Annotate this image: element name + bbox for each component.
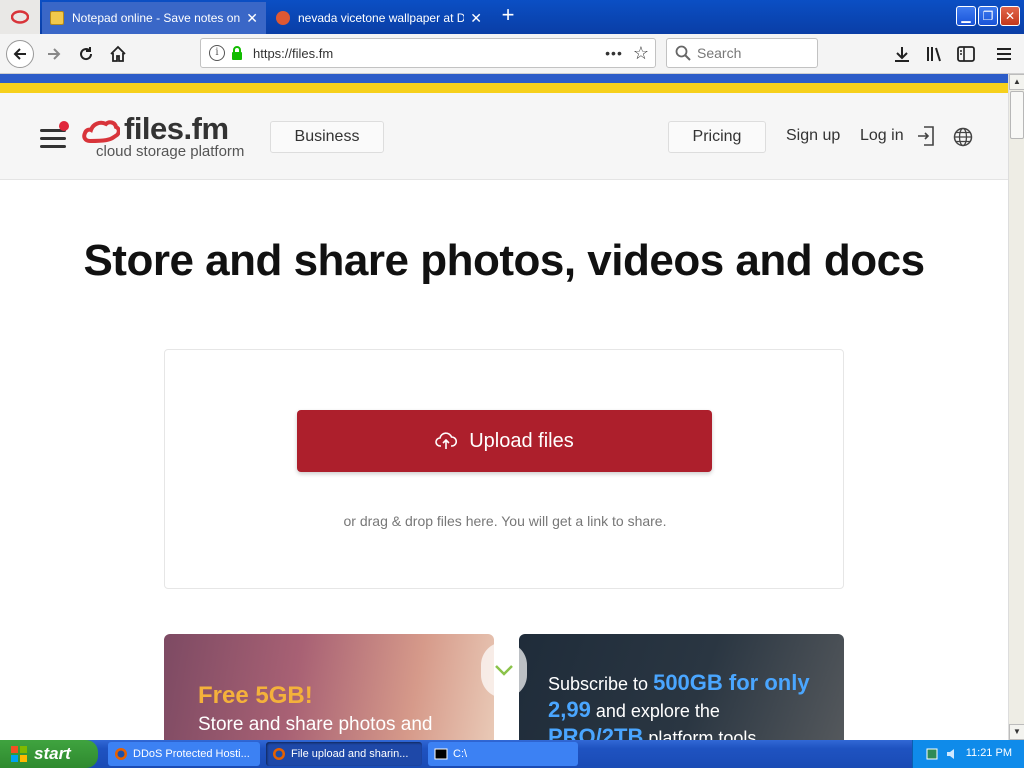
restore-button[interactable]: ❐ [978,6,998,26]
globe-icon[interactable] [953,127,973,147]
hamburger-menu-icon [997,48,1011,60]
close-icon[interactable]: ✕ [246,10,258,27]
forward-button[interactable] [40,40,68,68]
reload-button[interactable] [72,40,100,68]
scroll-up-button[interactable]: ▲ [1009,74,1024,90]
promo-card-subscribe[interactable]: Subscribe to 500GB for only 2,99 and exp… [519,634,844,740]
close-icon[interactable]: ✕ [470,10,482,27]
browser-icon [115,748,127,760]
close-window-button[interactable]: ✕ [1000,6,1020,26]
minimize-button[interactable]: ▁ [956,6,976,26]
system-tray: 11:21 PM [912,740,1024,768]
taskbar-item-label: C:\ [453,748,468,760]
windows-logo-icon [11,746,27,762]
page-scrollbar[interactable]: ▲ ▼ [1008,74,1024,740]
notepad-icon [50,11,64,25]
browser-navbar: i https://files.fm ••• ☆ [0,34,1024,74]
downloads-button[interactable] [888,40,916,68]
tab-title: nevada vicetone wallpaper at Duc [298,11,465,25]
tab-list-menu[interactable] [0,0,40,34]
promo-highlight-3: PRO/2TB [548,724,644,740]
promo-free-title: Free 5GB! [198,682,313,709]
upload-files-button[interactable]: Upload files [297,410,712,472]
search-icon [675,45,691,61]
taskbar-item-ddos[interactable]: DDoS Protected Hosti... [108,742,260,766]
address-bar[interactable]: i https://files.fm ••• ☆ [200,38,656,68]
network-icon[interactable] [925,747,939,761]
promo-highlight-2: 2,99 [548,697,591,722]
browser-app-icon [11,10,29,24]
search-box[interactable] [666,38,818,68]
logo-name: files.fm [124,111,229,146]
promo-free-text: Store and share photos and [198,714,433,735]
upload-dropzone[interactable]: Upload files or drag & drop files here. … [164,349,844,589]
page-headline: Store and share photos, videos and docs [83,236,925,285]
taskbar-item-cmd[interactable]: C:\ [428,742,578,766]
notification-dot [59,121,69,131]
promo-card-free[interactable]: Free 5GB! Store and share photos and [164,634,494,740]
sidebar-icon [957,46,975,62]
reload-icon [80,47,93,61]
page-actions-icon[interactable]: ••• [605,45,623,61]
taskbar-item-filesfm[interactable]: File upload and sharin... [266,742,422,766]
start-button[interactable]: start [0,740,98,768]
forward-arrow-icon [48,48,61,60]
bookmark-star-icon[interactable]: ☆ [633,43,649,64]
promo-highlight-1: 500GB for only [653,670,810,695]
home-button[interactable] [104,40,132,68]
site-header: files.fm cloud storage platform Business… [0,93,1008,180]
login-link[interactable]: Log in [860,127,904,145]
command-prompt-icon [434,748,448,760]
promo-text-2: and explore the [595,701,720,721]
volume-icon[interactable] [945,747,959,761]
business-button[interactable]: Business [270,121,384,153]
tab-duckduckgo[interactable]: nevada vicetone wallpaper at Duc ✕ [268,2,490,34]
tab-title: Notepad online - Save notes online [72,11,241,25]
system-clock: 11:21 PM [965,747,1012,759]
site-menu-button[interactable] [40,121,69,149]
lock-icon [232,46,242,60]
promo-subscribe-text: Subscribe to 500GB for only 2,99 and exp… [548,670,838,740]
home-icon [110,45,126,62]
signup-link[interactable]: Sign up [786,127,840,145]
back-button[interactable] [6,40,34,68]
logo-tagline: cloud storage platform [96,143,245,160]
url-text[interactable]: https://files.fm [253,46,605,61]
scroll-down-button[interactable]: ▼ [1009,724,1024,740]
taskbar-item-label: DDoS Protected Hosti... [133,748,250,760]
scroll-down-indicator[interactable] [481,642,527,698]
library-button[interactable] [920,40,948,68]
promo-text-1: Subscribe to [548,674,649,694]
drag-drop-hint: or drag & drop files here. You will get … [343,513,667,529]
decorative-stripe-yellow [0,83,1008,93]
new-tab-button[interactable]: + [496,4,520,28]
pricing-button[interactable]: Pricing [668,121,766,153]
windows-taskbar: start DDoS Protected Hosti... File uploa… [0,740,1024,768]
sidebar-button[interactable] [952,40,980,68]
tab-notepad[interactable]: Notepad online - Save notes online ✕ [42,2,266,34]
upload-files-label: Upload files [469,429,574,452]
scroll-thumb[interactable] [1010,91,1024,139]
menu-button[interactable] [990,40,1018,68]
browser-icon [273,748,285,760]
cloud-upload-icon [435,432,458,449]
download-icon [895,47,909,62]
login-icon[interactable] [916,125,936,147]
chevron-down-icon [495,665,513,676]
site-logo[interactable]: files.fm cloud storage platform [82,111,262,163]
start-label: start [34,744,71,763]
decorative-stripe-blue [0,74,1008,83]
search-input[interactable] [697,45,807,61]
browser-tabstrip: Notepad online - Save notes online ✕ nev… [0,0,1024,34]
duckduckgo-icon [276,11,290,25]
library-icon [927,47,941,62]
promo-text-3: platform tools [648,728,757,740]
info-icon[interactable]: i [209,45,225,61]
back-arrow-icon [13,48,26,60]
taskbar-item-label: File upload and sharin... [291,748,409,760]
